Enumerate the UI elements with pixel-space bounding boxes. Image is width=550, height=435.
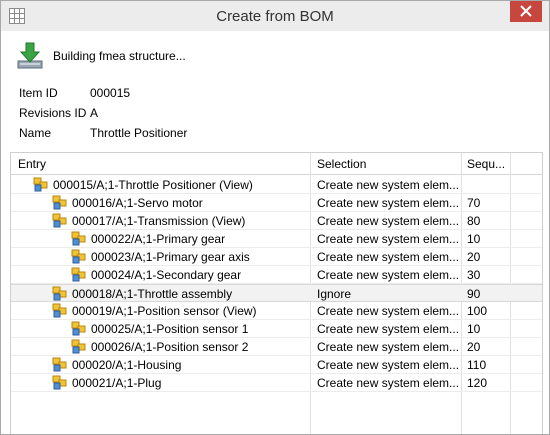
selection-cell[interactable]: Create new system elem...: [317, 304, 459, 318]
sequence-cell[interactable]: 20: [467, 340, 509, 354]
table-row[interactable]: 000026/A;1-Position sensor 2 Create new s…: [11, 338, 542, 356]
entry-cell: 000017/A;1-Transmission (View): [72, 214, 246, 228]
table-row[interactable]: 000017/A;1-Transmission (View) Create new…: [11, 212, 542, 230]
sequence-cell[interactable]: 80: [467, 214, 509, 228]
bom-item-icon: [52, 213, 68, 228]
selection-cell[interactable]: Create new system elem...: [317, 358, 459, 372]
bom-tree-grid[interactable]: Entry Selection Sequ... 000015/A;1-Throt…: [10, 152, 543, 434]
sequence-cell[interactable]: 70: [467, 196, 509, 210]
selection-cell[interactable]: Create new system elem...: [317, 232, 459, 246]
sequence-cell[interactable]: 10: [467, 322, 509, 336]
item-id-label: Item ID: [19, 86, 58, 100]
bom-item-icon: [71, 321, 87, 336]
bom-item-icon: [52, 195, 68, 210]
close-button[interactable]: [510, 1, 542, 22]
name-value: Throttle Positioner: [90, 126, 188, 140]
entry-cell: 000025/A;1-Position sensor 1: [91, 322, 249, 336]
entry-cell: 000021/A;1-Plug: [72, 376, 162, 390]
column-header-selection[interactable]: Selection: [317, 157, 366, 171]
entry-cell: 000024/A;1-Secondary gear: [91, 268, 242, 282]
bom-item-icon: [52, 286, 68, 301]
entry-cell: 000015/A;1-Throttle Positioner (View): [53, 178, 253, 192]
table-row[interactable]: 000019/A;1-Position sensor (View) Create …: [11, 302, 542, 320]
selection-cell[interactable]: Create new system elem...: [317, 268, 459, 282]
sequence-cell[interactable]: 100: [467, 304, 509, 318]
sequence-cell[interactable]: 110: [467, 358, 509, 372]
status-message: Building fmea structure...: [53, 49, 186, 63]
bom-item-icon: [52, 303, 68, 318]
entry-cell: 000023/A;1-Primary gear axis: [91, 250, 250, 264]
title-bar[interactable]: Create from BOM: [1, 1, 549, 31]
selection-cell[interactable]: Create new system elem...: [317, 250, 459, 264]
table-row[interactable]: 000020/A;1-Housing Create new system elem…: [11, 356, 542, 374]
grid-header: Entry Selection Sequ...: [11, 153, 542, 175]
name-label: Name: [19, 126, 52, 140]
download-arrow-icon: [15, 41, 45, 71]
sequence-cell[interactable]: 10: [467, 232, 509, 246]
entry-cell: 000016/A;1-Servo motor: [72, 196, 203, 210]
item-id-value: 000015: [90, 86, 131, 100]
bom-item-icon: [71, 231, 87, 246]
entry-cell: 000020/A;1-Housing: [72, 358, 182, 372]
table-row[interactable]: 000016/A;1-Servo motor Create new system …: [11, 194, 542, 212]
window-title: Create from BOM: [216, 8, 334, 25]
bom-item-icon: [71, 249, 87, 264]
table-row[interactable]: 000025/A;1-Position sensor 1 Create new s…: [11, 320, 542, 338]
bom-item-icon: [71, 339, 87, 354]
entry-cell: 000022/A;1-Primary gear: [91, 232, 226, 246]
column-header-sequence[interactable]: Sequ...: [467, 157, 505, 171]
sequence-cell[interactable]: 30: [467, 268, 509, 282]
selection-cell[interactable]: Ignore: [317, 287, 459, 301]
selection-cell[interactable]: Create new system elem...: [317, 376, 459, 390]
selection-cell[interactable]: Create new system elem...: [317, 322, 459, 336]
table-row[interactable]: 000022/A;1-Primary gear Create new system…: [11, 230, 542, 248]
bom-item-icon: [33, 177, 49, 192]
bom-item-icon: [71, 267, 87, 282]
table-row[interactable]: 000015/A;1-Throttle Positioner (View) Cre…: [11, 176, 542, 194]
revisions-id-value: A: [90, 106, 99, 120]
sequence-cell[interactable]: 20: [467, 250, 509, 264]
dialog-window: Create from BOM Building fmea structure.…: [0, 0, 550, 435]
table-row[interactable]: 000018/A;1-Throttle assembly Ignore 90: [11, 284, 542, 302]
table-row[interactable]: 000021/A;1-Plug Create new system elem...…: [11, 374, 542, 392]
close-icon: [520, 5, 532, 17]
bom-item-icon: [52, 375, 68, 390]
dialog-content: Building fmea structure... Item ID 00001…: [1, 31, 549, 434]
table-row[interactable]: 000023/A;1-Primary gear axis Create new s…: [11, 248, 542, 266]
revisions-id-label: Revisions ID: [19, 106, 87, 120]
sequence-cell[interactable]: 120: [467, 376, 509, 390]
selection-cell[interactable]: Create new system elem...: [317, 214, 459, 228]
selection-cell[interactable]: Create new system elem...: [317, 196, 459, 210]
bom-item-icon: [52, 357, 68, 372]
column-header-entry[interactable]: Entry: [18, 157, 46, 171]
table-row[interactable]: 000024/A;1-Secondary gear Create new syst…: [11, 266, 542, 284]
entry-cell: 000018/A;1-Throttle assembly: [72, 287, 233, 301]
sequence-cell[interactable]: 90: [467, 287, 509, 301]
entry-cell: 000026/A;1-Position sensor 2: [91, 340, 249, 354]
entry-cell: 000019/A;1-Position sensor (View): [72, 304, 257, 318]
selection-cell[interactable]: Create new system elem...: [317, 178, 459, 192]
selection-cell[interactable]: Create new system elem...: [317, 340, 459, 354]
